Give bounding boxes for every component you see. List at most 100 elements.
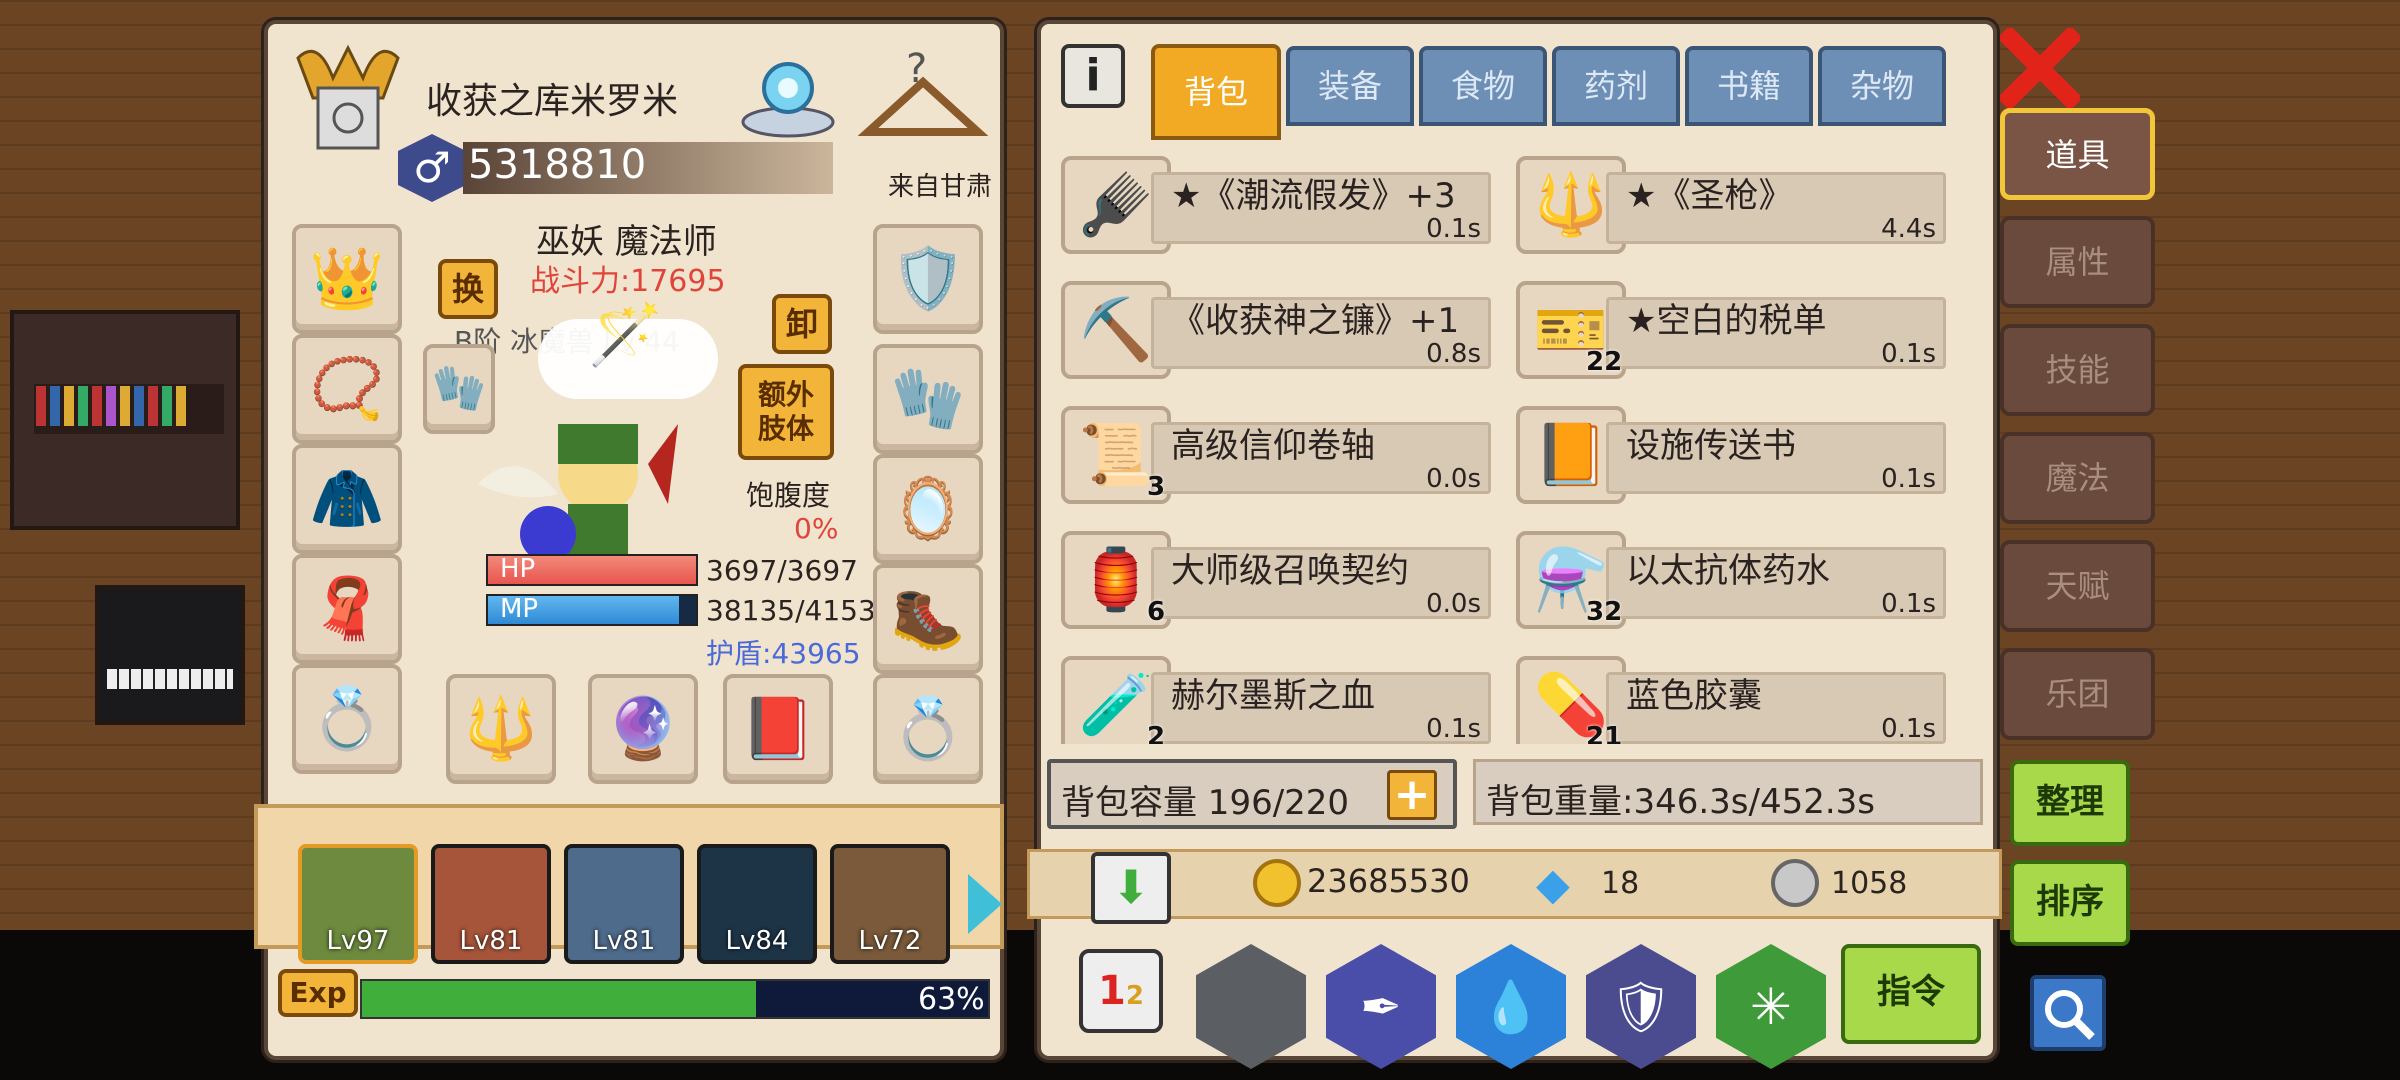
mp-label: MP [500, 594, 539, 624]
item-row[interactable]: ⛏️ 《收获神之镰》+1 0.8s [1061, 269, 1491, 379]
robe-icon: 🧥 [309, 464, 385, 534]
hp-bar: HP [486, 554, 698, 586]
item-row[interactable]: 🪮 ★《潮流假发》+3 0.1s [1061, 144, 1491, 254]
party-member-4[interactable]: Lv84 [697, 844, 817, 964]
side-tab-items[interactable]: 道具 [2000, 108, 2155, 200]
search-icon[interactable] [2030, 975, 2106, 1051]
extra-limb-button[interactable]: 额外 肢体 [738, 364, 834, 460]
close-icon[interactable] [1997, 25, 2083, 111]
equip-slot-small[interactable]: 🧤 [423, 344, 495, 434]
party-next-arrow-icon[interactable] [968, 874, 1002, 934]
skill-slot-feather[interactable]: ✒ [1326, 944, 1436, 1069]
item-row[interactable]: 📙 设施传送书 0.1s [1516, 394, 1946, 504]
item-name: ★空白的税单 [1626, 301, 1827, 341]
diamond-icon: ◆ [1536, 859, 1570, 910]
item-name: ★《圣枪》 [1626, 176, 1793, 216]
gender-male-icon: ♂ [398, 134, 466, 202]
equip-slot-orb[interactable]: 🔮 [588, 674, 698, 784]
item-name: 赫尔墨斯之血 [1171, 676, 1375, 716]
necklace-icon: 📿 [309, 354, 385, 424]
skill-set-toggle[interactable]: 12 [1079, 949, 1163, 1033]
tab-books[interactable]: 书籍 [1685, 46, 1813, 126]
equip-slot-body[interactable]: 🧥 [292, 444, 402, 554]
unequip-button[interactable]: 卸 [772, 294, 832, 354]
equip-slot-neck[interactable]: 📿 [292, 334, 402, 444]
equip-slot-ring-left[interactable]: 💍 [292, 664, 402, 774]
crystal-altar-icon[interactable] [738, 42, 838, 142]
item-name: 设施传送书 [1626, 426, 1796, 466]
side-tab-skills[interactable]: 技能 [2000, 324, 2155, 416]
item-weight: 0.1s [1426, 714, 1481, 744]
equip-slot-weapon[interactable]: 🔱 [446, 674, 556, 784]
equip-slot-ring-right[interactable]: 💍 [873, 674, 983, 784]
party-member-3[interactable]: Lv81 [564, 844, 684, 964]
item-list: 🪮 ★《潮流假发》+3 0.1s 🔱 ★《圣枪》 4.4s ⛏️ 《收获神之镰》+1 0.8… [1061, 134, 1981, 744]
side-tab-talent[interactable]: 天赋 [2000, 540, 2155, 632]
inventory-panel: i 背包 装备 食物 药剂 书籍 杂物 🪮 ★《潮流假发》+3 0.1s 🔱 ★《圣枪… [1027, 20, 2002, 1069]
equip-slot-head[interactable]: 👑 [292, 224, 402, 334]
hp-value: 3697/3697 [706, 554, 858, 587]
origin-label: 来自甘肃 [888, 172, 993, 202]
item-row[interactable]: 🏮 大师级召唤契约 0.0s 6 [1061, 519, 1491, 629]
item-count: 6 [1147, 597, 1166, 627]
party-level: Lv81 [592, 926, 656, 956]
staff-icon: 🪄 [588, 300, 663, 370]
skill-slot-burst[interactable]: ✳ [1716, 944, 1826, 1069]
info-button[interactable]: i [1061, 44, 1125, 108]
organize-button[interactable]: 整理 [2010, 760, 2130, 846]
sort-button[interactable]: 排序 [2010, 860, 2130, 946]
swap-button[interactable]: 换 [438, 259, 498, 319]
item-count: 2 [1147, 722, 1166, 744]
deposit-icon[interactable]: ⬇ [1091, 852, 1171, 924]
item-name: 《收获神之镰》+1 [1171, 301, 1460, 341]
item-row[interactable]: 🧪 赫尔墨斯之血 0.1s 2 [1061, 644, 1491, 744]
tab-food[interactable]: 食物 [1419, 46, 1547, 126]
item-row[interactable]: 📜 高级信仰卷轴 0.0s 3 [1061, 394, 1491, 504]
party-member-2[interactable]: Lv81 [431, 844, 551, 964]
hp-label: HP [500, 554, 536, 584]
blood-icon: 🧪 [1078, 670, 1154, 740]
skill-slot-shield[interactable]: 🛡 [1586, 944, 1696, 1069]
gold-amount: 23685530 [1307, 862, 1470, 900]
character-name: 收获之库米罗米 [426, 81, 679, 122]
crown-icon: 👑 [309, 244, 385, 314]
item-weight: 0.1s [1426, 214, 1481, 244]
equip-slot-tome[interactable]: 📕 [723, 674, 833, 784]
scroll-icon: 📜 [1078, 420, 1154, 490]
item-count: 32 [1586, 597, 1623, 627]
item-weight: 0.1s [1881, 714, 1936, 744]
side-tab-band[interactable]: 乐团 [2000, 648, 2155, 740]
item-weight: 0.0s [1426, 464, 1481, 494]
side-tab-attributes[interactable]: 属性 [2000, 216, 2155, 308]
tab-backpack[interactable]: 背包 [1151, 44, 1281, 140]
hanger-icon[interactable]: ? [857, 42, 989, 152]
party-member-1[interactable]: Lv97 [298, 844, 418, 964]
item-row[interactable]: 🔱 ★《圣枪》 4.4s [1516, 144, 1946, 254]
equip-slot-cape[interactable]: 🧣 [292, 554, 402, 664]
equip-slot-gloves[interactable]: 🧤 [873, 344, 983, 454]
tab-potions[interactable]: 药剂 [1552, 46, 1680, 126]
command-button[interactable]: 指令 [1841, 944, 1981, 1044]
weight-box: 背包重量:346.3s/452.3s [1473, 759, 1983, 825]
piano [95, 585, 245, 725]
item-row[interactable]: ⚗️ 以太抗体药水 0.1s 32 [1516, 519, 1946, 629]
equip-slot-mirror[interactable]: 🪞 [873, 454, 983, 564]
expand-capacity-button[interactable]: + [1387, 770, 1437, 820]
weight-label: 背包重量:346.3s/452.3s [1486, 782, 1876, 822]
exp-bar-fill [362, 981, 757, 1017]
skill-slot-empty[interactable] [1196, 944, 1306, 1069]
item-name: 以太抗体药水 [1626, 551, 1830, 591]
equip-slot-boots[interactable]: 🥾 [873, 564, 983, 674]
emblem-icon: 🛡️ [890, 244, 966, 314]
item-weight: 0.1s [1881, 589, 1936, 619]
tab-equipment[interactable]: 装备 [1286, 46, 1414, 126]
item-row[interactable]: 🎫 ★空白的税单 0.1s 22 [1516, 269, 1946, 379]
skill-slot-water[interactable]: 💧 [1456, 944, 1566, 1069]
item-row[interactable]: 💊 蓝色胶囊 0.1s 21 [1516, 644, 1946, 744]
tab-misc[interactable]: 杂物 [1818, 46, 1946, 126]
equip-slot-emblem[interactable]: 🛡️ [873, 224, 983, 334]
shield-icon: 🛡 [1609, 977, 1673, 1036]
mp-value: 38135/41539 [706, 594, 894, 627]
side-tab-magic[interactable]: 魔法 [2000, 432, 2155, 524]
party-member-5[interactable]: Lv72 [830, 844, 950, 964]
